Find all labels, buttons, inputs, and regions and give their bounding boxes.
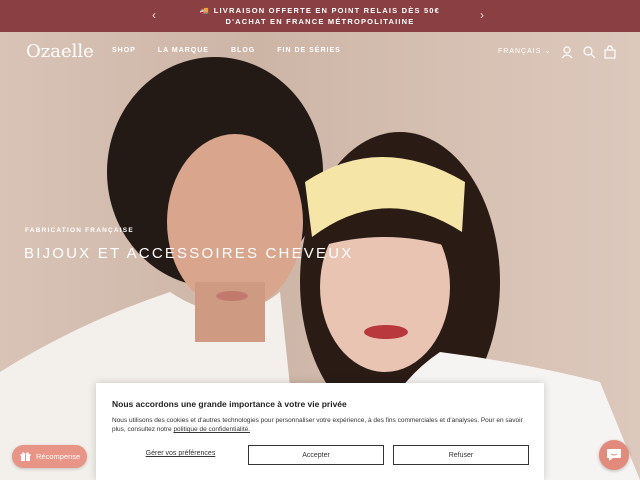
hero-subtitle: FABRICATION FRANÇAISE (25, 227, 134, 234)
rewards-label: Récompense (36, 452, 81, 461)
cookie-text: Nous utilisons des cookies et d'autres t… (112, 416, 528, 434)
language-label: FRANÇAIS (498, 48, 542, 55)
announcement-text: 🚚 LIVRAISON OFFERTE EN POINT RELAIS DÈS … (199, 6, 441, 26)
nav-item-la-marque[interactable]: LA MARQUE (158, 47, 209, 54)
search-icon[interactable] (582, 45, 596, 59)
privacy-policy-link[interactable]: politique de confidentialité. (173, 426, 250, 433)
accept-button[interactable]: Accepter (248, 445, 384, 465)
cart-icon[interactable] (603, 45, 617, 59)
account-icon[interactable] (560, 45, 574, 59)
cookie-banner: Nous accordons une grande importance à v… (96, 383, 544, 480)
manage-preferences-button[interactable]: Gérer vos préférences (112, 450, 249, 457)
gift-icon (20, 452, 31, 461)
chat-button[interactable] (599, 440, 629, 470)
announcement-prev-button[interactable]: ‹ (152, 8, 156, 22)
announcement-next-button[interactable]: › (480, 8, 484, 22)
rewards-button[interactable]: Récompense (12, 445, 87, 468)
cookie-title: Nous accordons une grande importance à v… (112, 399, 347, 409)
site-logo[interactable]: Ozaelle (26, 41, 94, 62)
main-nav: SHOP LA MARQUE BLOG FIN DE SÉRIES (112, 47, 363, 54)
nav-item-fin-de-series[interactable]: FIN DE SÉRIES (277, 47, 341, 54)
announcement-bar: ‹ 🚚 LIVRAISON OFFERTE EN POINT RELAIS DÈ… (0, 0, 640, 32)
chat-icon (607, 449, 621, 461)
site-header: Ozaelle SHOP LA MARQUE BLOG FIN DE SÉRIE… (0, 32, 640, 72)
nav-item-shop[interactable]: SHOP (112, 47, 136, 54)
refuse-button[interactable]: Refuser (393, 445, 529, 465)
language-selector[interactable]: FRANÇAIS ⌄ (498, 47, 551, 55)
hero-title: BIJOUX ET ACCESSOIRES CHEVEUX (24, 245, 354, 262)
nav-item-blog[interactable]: BLOG (231, 47, 255, 54)
chevron-down-icon: ⌄ (544, 48, 552, 55)
cookie-actions: Gérer vos préférences Accepter Refuser (112, 445, 529, 465)
